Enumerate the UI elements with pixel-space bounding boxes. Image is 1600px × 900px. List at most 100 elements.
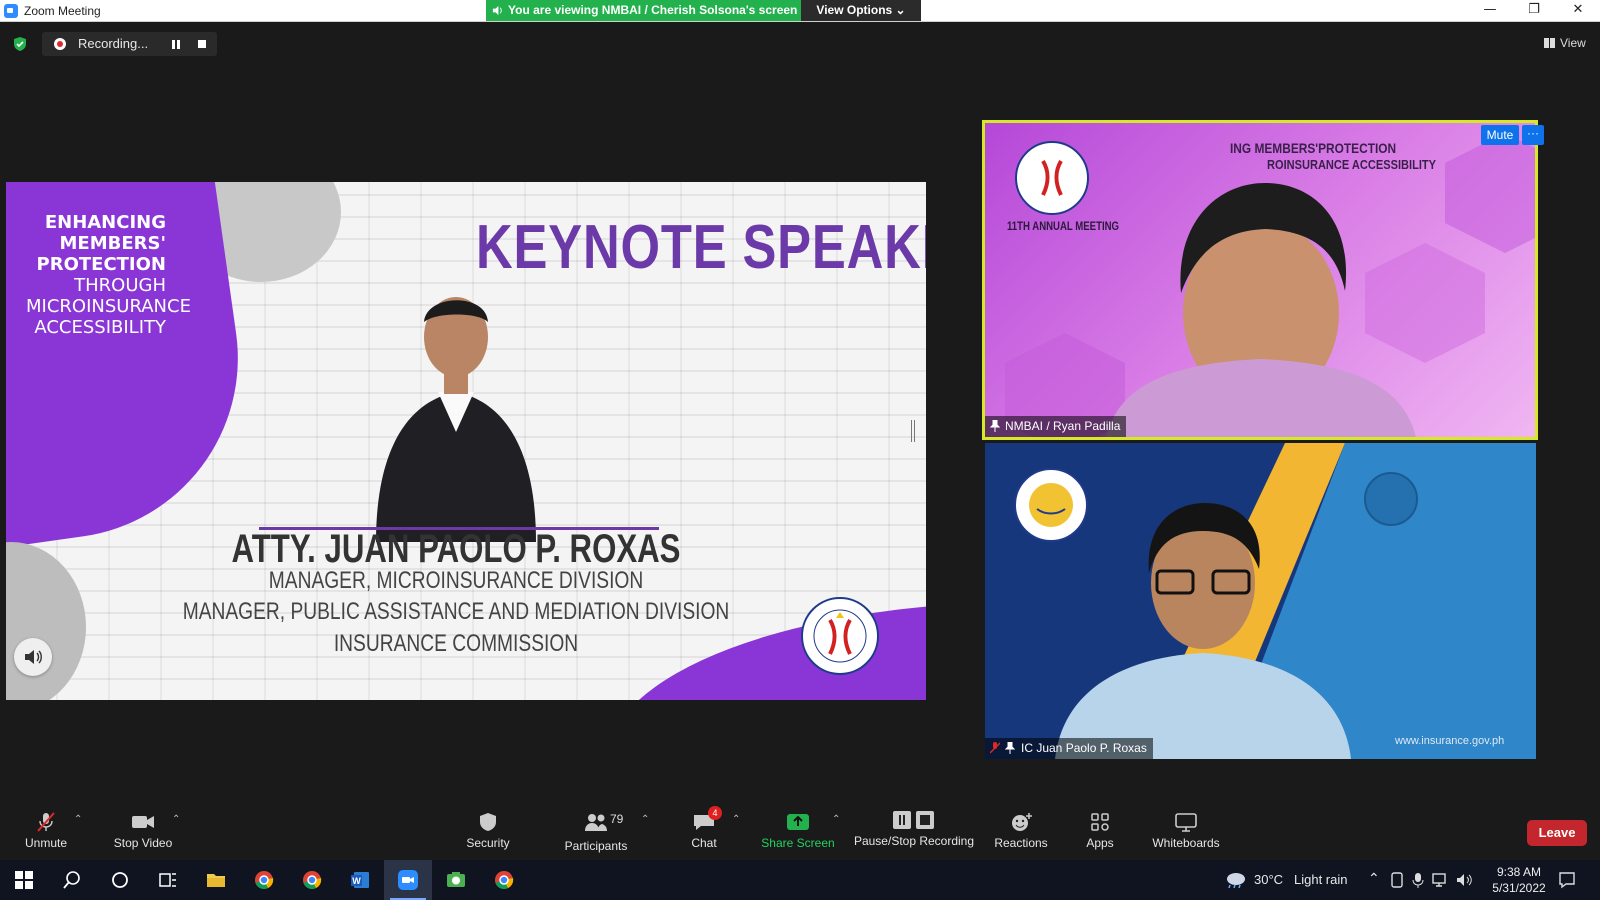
pause-recording-icon[interactable] <box>172 40 180 49</box>
notifications-icon[interactable] <box>1558 871 1576 889</box>
stop-recording-icon[interactable] <box>198 40 206 48</box>
background-banner-text: ING MEMBERS'PROTECTION <box>1230 140 1397 156</box>
close-button[interactable]: ✕ <box>1556 0 1600 22</box>
weather-temperature[interactable]: 30°C <box>1254 872 1283 887</box>
view-button[interactable]: View <box>1540 34 1592 54</box>
participant-video-tile[interactable]: www.insurance.gov.ph IC Juan Paolo P. Ro… <box>985 443 1536 759</box>
taskbar-chrome[interactable] <box>288 860 336 900</box>
recording-indicator: Recording... <box>42 32 217 56</box>
participant-name: IC Juan Paolo P. Roxas <box>1021 741 1147 755</box>
task-view-icon <box>159 873 176 887</box>
clock-date: 5/31/2022 <box>1492 881 1546 895</box>
pause-stop-recording-label: Pause/Stop Recording <box>853 834 975 848</box>
chrome-icon <box>255 871 274 889</box>
shield-icon <box>480 813 496 831</box>
participants-button[interactable]: 79 Participants <box>560 812 632 853</box>
unmute-button[interactable]: Unmute <box>22 812 70 850</box>
search-icon <box>63 871 80 889</box>
microphone-icon[interactable] <box>1412 872 1424 888</box>
speaker-icon <box>492 5 502 16</box>
speaker-icon <box>25 650 42 664</box>
mute-participant-button[interactable]: Mute <box>1481 125 1519 145</box>
taskbar-chrome[interactable] <box>240 860 288 900</box>
participant-video-tile[interactable]: ING MEMBERS'PROTECTION ROINSURANCE ACCES… <box>982 120 1538 440</box>
security-shield-icon[interactable] <box>12 36 28 52</box>
whiteboards-label: Whiteboards <box>1152 836 1220 850</box>
share-options-caret-icon[interactable]: ⌃ <box>832 814 840 825</box>
share-screen-label: Share Screen <box>761 836 835 850</box>
stop-video-button[interactable]: Stop Video <box>106 812 180 850</box>
weather-description[interactable]: Light rain <box>1294 872 1347 887</box>
shared-screen-slide: ENHANCING MEMBERS' PROTECTION THROUGH MI… <box>6 182 926 700</box>
video-options-caret-icon[interactable]: ⌃ <box>172 814 180 825</box>
apps-button[interactable]: Apps <box>1080 812 1120 850</box>
video-camera-icon <box>132 816 154 828</box>
pause-stop-recording-button[interactable]: Pause/Stop Recording <box>852 810 976 848</box>
recording-dot-icon <box>54 38 66 50</box>
stop-video-label: Stop Video <box>113 836 173 850</box>
minimize-button[interactable]: — <box>1468 0 1512 22</box>
theme-line: ENHANCING <box>44 212 166 233</box>
chrome-icon <box>303 871 322 889</box>
speaker-photo <box>376 297 536 542</box>
theme-line: MEMBERS' <box>59 233 166 254</box>
whiteboards-button[interactable]: Whiteboards <box>1148 812 1224 850</box>
device-icon[interactable] <box>1390 872 1404 888</box>
grid-icon <box>1544 38 1555 48</box>
word-icon: W <box>351 872 369 888</box>
screen-share-banner: You are viewing NMBAI / Cherish Solsona'… <box>486 0 802 21</box>
system-clock[interactable]: 9:38 AM 5/31/2022 <box>1484 864 1554 896</box>
view-options-button[interactable]: View Options ⌄ <box>801 0 921 21</box>
folder-icon <box>207 874 225 887</box>
show-hidden-icons-chevron-icon[interactable]: ⌃ <box>1368 870 1380 887</box>
zoom-app-icon <box>4 4 18 18</box>
speaker-role-2: MANAGER, PUBLIC ASSISTANCE AND MEDIATION… <box>182 598 730 625</box>
task-view-button[interactable] <box>144 860 192 900</box>
taskbar-word[interactable]: W <box>336 860 384 900</box>
muted-mic-icon <box>990 742 1000 754</box>
speaker-role-1: MANAGER, MICROINSURANCE DIVISION <box>268 567 644 594</box>
taskbar-chrome[interactable] <box>480 860 528 900</box>
recording-label: Recording... <box>78 36 149 51</box>
participants-label: Participants <box>564 839 628 853</box>
taskbar-zoom[interactable] <box>384 860 432 900</box>
chat-options-caret-icon[interactable]: ⌃ <box>732 814 740 825</box>
window-title: Zoom Meeting <box>24 4 101 18</box>
taskbar-file-explorer[interactable] <box>192 860 240 900</box>
speaker-organization: INSURANCE COMMISSION <box>333 630 579 657</box>
pause-stop-recording-icon <box>893 811 934 829</box>
meeting-controls-toolbar: Unmute ⌃ Stop Video ⌃ Security 79 Partic… <box>0 800 1600 860</box>
cortana-circle-icon <box>112 872 128 888</box>
participants-options-caret-icon[interactable]: ⌃ <box>641 814 649 825</box>
restore-button[interactable]: ❐ <box>1512 0 1556 22</box>
volume-icon[interactable] <box>1456 872 1474 888</box>
security-button[interactable]: Security <box>460 812 516 850</box>
windows-logo-icon <box>15 871 33 889</box>
background-banner-text: 11TH ANNUAL MEETING <box>1007 219 1120 233</box>
leave-button[interactable]: Leave <box>1527 820 1587 846</box>
background-banner-text: ROINSURANCE ACCESSIBILITY <box>1267 157 1437 172</box>
view-label: View <box>1560 36 1586 50</box>
apps-label: Apps <box>1086 836 1114 850</box>
participant-name: NMBAI / Ryan Padilla <box>1005 419 1121 433</box>
volume-button[interactable] <box>14 638 52 676</box>
taskbar-search-button[interactable] <box>48 860 96 900</box>
theme-line: THROUGH <box>74 275 166 296</box>
cortana-button[interactable] <box>96 860 144 900</box>
virtual-background <box>1005 133 1535 437</box>
security-label: Security <box>466 836 510 850</box>
audio-options-caret-icon[interactable]: ⌃ <box>74 814 82 825</box>
network-icon[interactable] <box>1432 872 1450 888</box>
chat-button[interactable]: 4 Chat <box>684 806 724 850</box>
speaker-name: ATTY. JUAN PAOLO P. ROXAS <box>231 527 681 571</box>
start-button[interactable] <box>0 860 48 900</box>
share-screen-button[interactable]: Share Screen <box>760 812 836 850</box>
unmute-label: Unmute <box>24 836 68 850</box>
more-options-button[interactable]: ··· <box>1522 125 1544 145</box>
muted-mic-icon <box>37 812 55 832</box>
apps-icon <box>1091 813 1109 831</box>
reactions-button[interactable]: Reactions <box>992 812 1050 850</box>
taskbar-screenshot-app[interactable] <box>432 860 480 900</box>
camera-app-icon <box>447 872 465 887</box>
splitter-handle[interactable] <box>911 420 915 442</box>
